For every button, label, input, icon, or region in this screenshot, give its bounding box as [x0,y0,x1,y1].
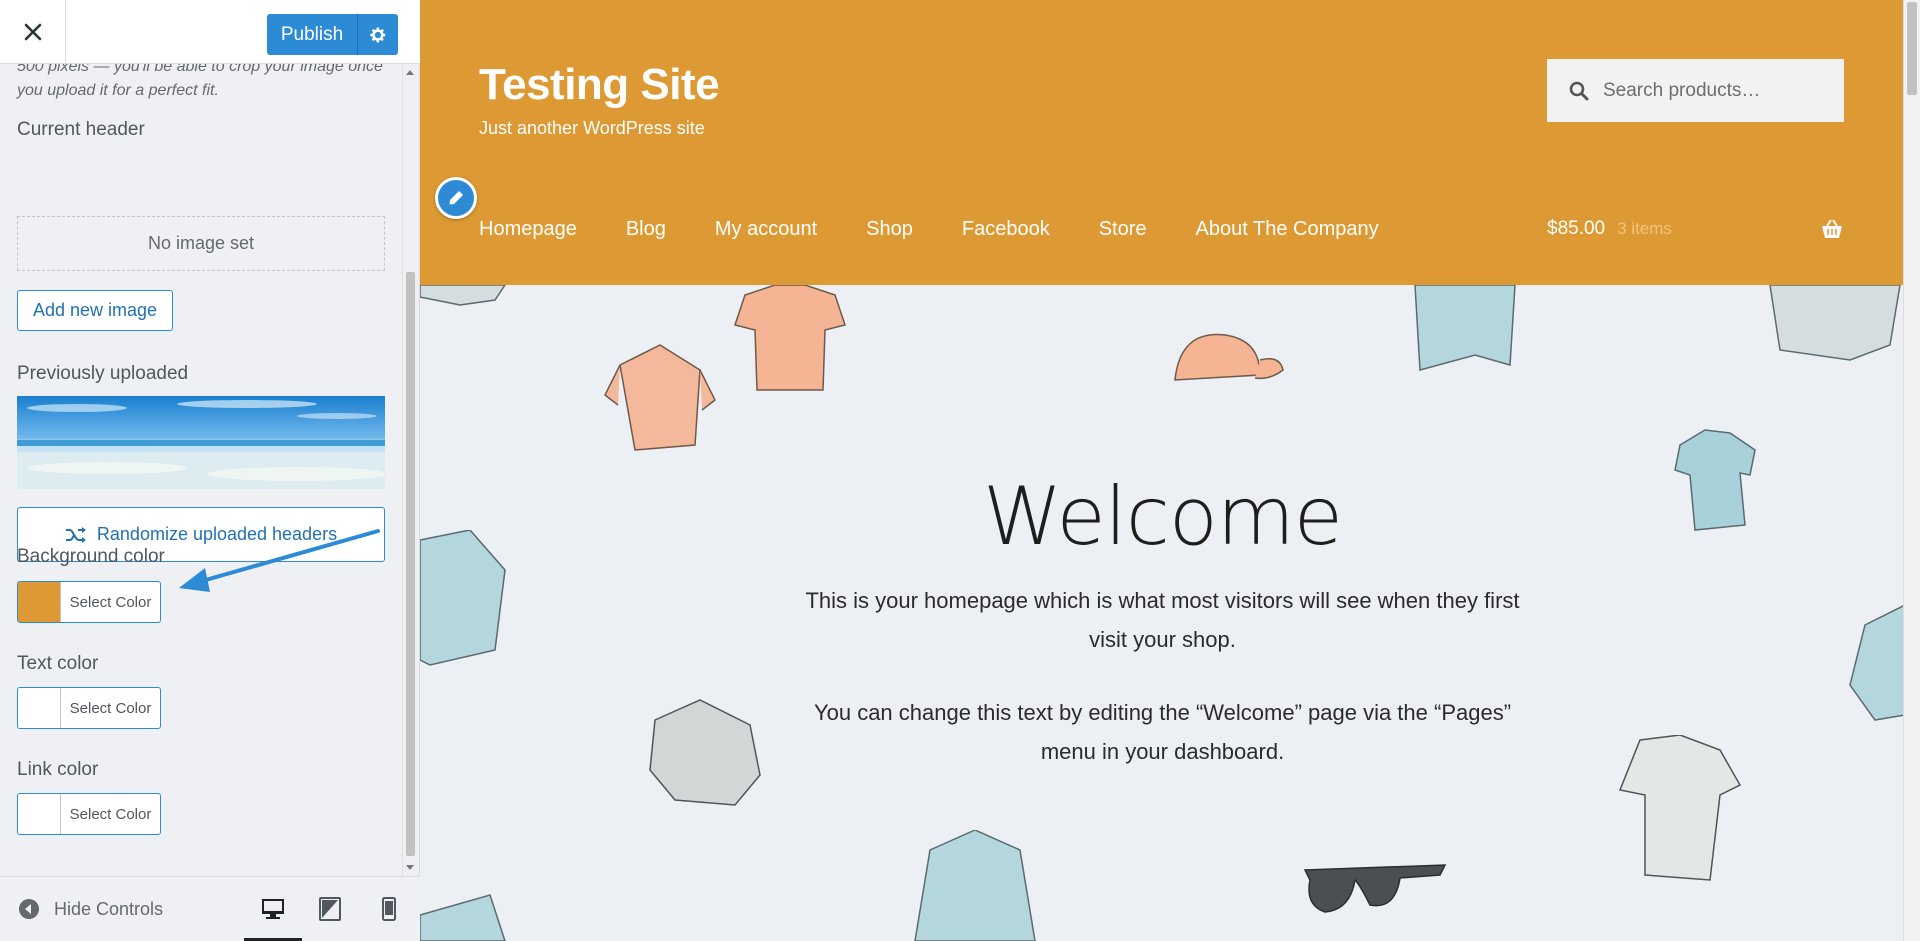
sidebar-panel[interactable]: 500 pixels — you'll be able to crop your… [0,64,420,876]
site-preview: Testing Site Just another WordPress site… [420,0,1920,941]
edit-menu-shortcut[interactable] [435,177,477,219]
tshirt-illustration [734,285,846,391]
background-color-picker[interactable]: Select Color [17,581,161,623]
text-color-swatch [18,688,61,728]
welcome-heading: Welcome [983,470,1343,563]
preview-scrollbar-thumb[interactable] [1907,2,1917,95]
shirt-illustration [914,830,1036,941]
nav-item-shop[interactable]: Shop [866,218,913,241]
hoodie-illustration [604,344,716,451]
publish-button[interactable]: Publish [267,14,357,55]
search-icon [1569,81,1589,100]
tablet-icon [319,897,341,921]
nav-item-facebook[interactable]: Facebook [962,218,1050,241]
add-new-image-button[interactable]: Add new image [17,290,173,331]
publish-settings-button[interactable] [357,14,398,55]
mobile-icon [382,897,396,921]
preview-scrollbar[interactable] [1903,0,1920,941]
welcome-paragraph-2: You can change this text by editing the … [813,700,1512,764]
sweater-illustration-top [420,285,506,306]
sidebar-footer: Hide Controls [0,876,420,941]
link-color-label: Link color [17,759,99,780]
preview-desktop-button[interactable] [244,889,302,941]
uploaded-header-thumbnail[interactable] [17,396,385,489]
select-color-label: Select Color [69,699,152,717]
pencil-icon [449,191,463,205]
sidebar-scrollbar-thumb[interactable] [406,272,415,856]
collapse-icon [19,899,39,919]
jacket-illustration [1769,285,1901,361]
close-button[interactable] [0,0,66,64]
gray-hoodie-illustration [649,699,761,806]
cap-illustration [1174,333,1284,381]
link-color-picker[interactable]: Select Color [17,793,161,835]
gear-icon [370,27,386,42]
white-tshirt-illustration [1618,735,1742,881]
site-header: Testing Site Just another WordPress site… [420,0,1920,285]
cart-amount: $85.00 [1547,218,1606,239]
jacket-illustration-bottom [420,894,506,941]
header-image-description: 500 pixels — you'll be able to crop your… [17,64,383,99]
search-input[interactable] [1603,79,1833,102]
preview-tablet-button[interactable] [309,889,351,929]
primary-navigation: Homepage Blog My account Shop Facebook S… [479,218,1428,241]
nav-item-about-the-company[interactable]: About The Company [1196,218,1379,241]
sidebar-header: Publish [0,0,420,64]
previously-uploaded-label: Previously uploaded [17,363,189,384]
text-color-picker[interactable]: Select Color [17,687,161,729]
select-color-label: Select Color [69,805,152,823]
welcome-paragraph-1: This is your homepage which is what most… [805,588,1520,652]
site-title[interactable]: Testing Site [479,60,720,110]
nav-item-store[interactable]: Store [1099,218,1147,241]
basket-icon [1822,219,1842,238]
link-color-swatch [18,794,61,834]
shuffle-icon [65,526,86,543]
preview-mobile-button[interactable] [368,889,410,929]
no-image-placeholder: No image set [17,216,385,271]
current-header-label: Current header [17,119,145,140]
sweater-illustration [1414,285,1516,371]
annotation-arrow [179,529,380,592]
hide-controls-label: Hide Controls [54,898,164,919]
nav-item-blog[interactable]: Blog [626,218,666,241]
close-icon [24,23,41,41]
customizer-sidebar: Publish 500 pixels — you'll be able to c… [0,0,420,941]
homepage-content: Welcome This is your homepage which is w… [420,285,1920,941]
sunglasses-illustration [1303,864,1447,913]
hoodie-illustration-right [1849,605,1905,721]
background-color-swatch [18,582,61,622]
sidebar-scrollbar[interactable] [402,64,416,876]
hide-controls-button[interactable]: Hide Controls [18,898,163,920]
select-color-label: Select Color [69,593,152,611]
site-tagline: Just another WordPress site [479,118,705,138]
product-search[interactable] [1547,59,1844,122]
background-color-label: Background color [17,546,165,567]
publish-group: Publish [267,14,398,55]
desktop-icon [262,899,284,919]
cart-item-count: 3 items [1617,219,1672,238]
nav-item-homepage[interactable]: Homepage [479,218,577,241]
nav-item-my-account[interactable]: My account [715,218,817,241]
header-cart[interactable]: $85.00 3 items [1547,218,1844,240]
text-color-label: Text color [17,653,99,674]
